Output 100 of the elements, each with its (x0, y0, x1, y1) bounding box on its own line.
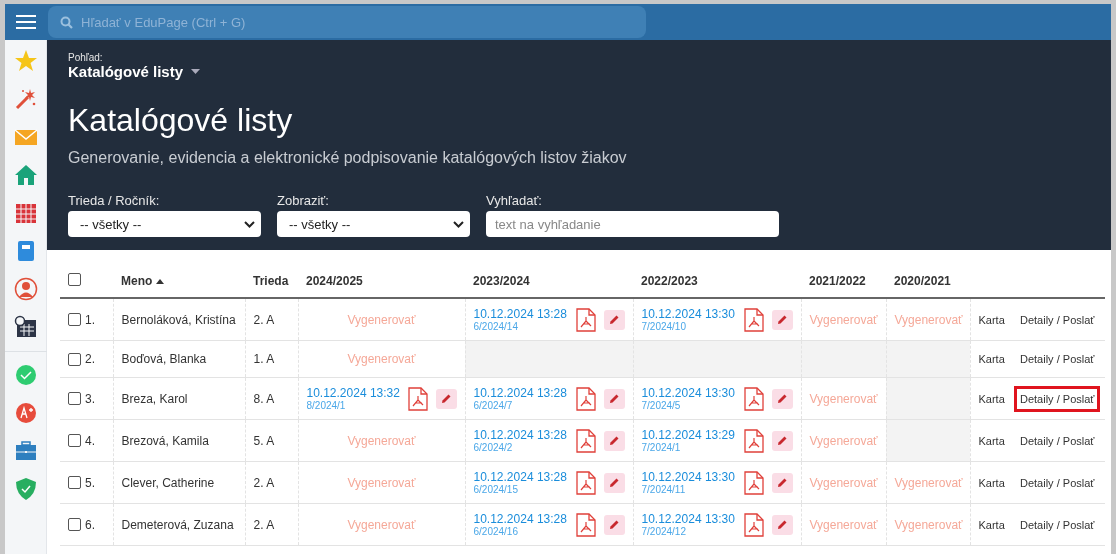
generate-link[interactable]: Vygenerovať (894, 475, 963, 490)
search-input[interactable]: text na vyhľadanie (486, 211, 779, 237)
column-header[interactable]: Trieda (253, 274, 289, 288)
edit-button[interactable] (603, 309, 625, 330)
pencil-icon (776, 519, 788, 530)
column-header[interactable]: 2023/2024 (473, 274, 530, 288)
details-link[interactable]: Detaily / Poslať (1014, 469, 1101, 496)
schedule-icon[interactable] (13, 315, 38, 339)
edit-button[interactable] (771, 430, 793, 451)
edit-button[interactable] (771, 309, 793, 330)
check-badge-icon[interactable] (13, 363, 38, 387)
column-header[interactable]: 2022/2023 (641, 274, 698, 288)
edit-button[interactable] (603, 430, 625, 451)
grade-icon[interactable] (13, 401, 38, 425)
row-checkbox[interactable] (68, 392, 81, 405)
pdf-icon[interactable] (743, 428, 764, 453)
date-link[interactable]: 10.12.2024 13:28 (473, 307, 570, 321)
pencil-icon (776, 314, 788, 325)
details-link[interactable]: Detaily / Poslať (1014, 427, 1101, 454)
pencil-icon (608, 477, 620, 488)
card-link[interactable]: Karta (978, 434, 1005, 447)
document-number: 6/2024/16 (473, 526, 519, 537)
generate-link[interactable]: Vygenerovať (809, 433, 878, 448)
card-link[interactable]: Karta (978, 392, 1005, 405)
row-checkbox[interactable] (68, 518, 81, 531)
details-link[interactable]: Detaily / Poslať (1014, 511, 1101, 538)
pdf-icon[interactable] (743, 307, 764, 332)
card-link[interactable]: Karta (978, 518, 1005, 531)
calendar-grid-icon[interactable] (13, 201, 38, 225)
details-link[interactable]: Detaily / Poslať (1014, 306, 1101, 333)
pencil-icon (608, 314, 620, 325)
date-link[interactable]: 10.12.2024 13:28 (473, 428, 570, 442)
edit-button[interactable] (771, 472, 793, 493)
edit-button[interactable] (771, 388, 793, 409)
shield-check-icon[interactable] (13, 477, 38, 501)
select-field[interactable]: -- všetky -- (68, 211, 261, 237)
row-checkbox[interactable] (68, 352, 81, 366)
pdf-icon[interactable] (575, 470, 596, 495)
pdf-icon[interactable] (575, 428, 596, 453)
generate-link[interactable]: Vygenerovať (894, 517, 963, 532)
row-checkbox[interactable] (68, 434, 81, 447)
date-link[interactable]: 10.12.2024 13:30 (641, 386, 738, 400)
generate-link[interactable]: Vygenerovať (809, 312, 878, 327)
details-link[interactable]: Detaily / Poslať (1014, 385, 1101, 412)
date-link[interactable]: 10.12.2024 13:28 (473, 470, 570, 484)
generate-link[interactable]: Vygenerovať (809, 475, 878, 490)
date-link[interactable]: 10.12.2024 13:30 (641, 307, 738, 321)
magic-wand-icon[interactable] (13, 87, 38, 111)
edit-button[interactable] (603, 472, 625, 493)
generate-link[interactable]: Vygenerovať (809, 517, 878, 532)
details-link[interactable]: Detaily / Poslať (1014, 346, 1101, 372)
generate-link[interactable]: Vygenerovať (809, 391, 878, 406)
generate-link[interactable]: Vygenerovať (347, 475, 416, 490)
generate-link[interactable]: Vygenerovať (347, 433, 416, 448)
edit-button[interactable] (603, 514, 625, 535)
generate-link[interactable]: Vygenerovať (347, 517, 416, 532)
column-header[interactable]: Meno (121, 274, 165, 288)
pdf-icon[interactable] (743, 386, 764, 411)
pdf-icon[interactable] (575, 386, 596, 411)
student-name: Demeterová, Zuzana (121, 517, 234, 532)
column-header[interactable]: 2024/2025 (306, 274, 363, 288)
pdf-icon[interactable] (407, 386, 428, 411)
date-link[interactable]: 10.12.2024 13:32 (306, 386, 402, 400)
document-number: 6/2024/7 (473, 400, 514, 411)
edit-button[interactable] (603, 388, 625, 409)
generate-link[interactable]: Vygenerovať (347, 312, 416, 327)
row-number: 5. (85, 475, 95, 490)
column-header[interactable]: 2021/2022 (809, 274, 866, 288)
date-link[interactable]: 10.12.2024 13:30 (641, 470, 738, 484)
pdf-icon[interactable] (575, 512, 596, 537)
briefcase-icon[interactable] (13, 439, 38, 463)
column-header[interactable]: 2020/2021 (894, 274, 951, 288)
edit-button[interactable] (771, 514, 793, 535)
generate-link[interactable]: Vygenerovať (894, 312, 963, 327)
edit-button[interactable] (435, 388, 457, 409)
document-number: 7/2024/11 (641, 484, 687, 495)
star-icon[interactable] (13, 49, 38, 73)
row-checkbox[interactable] (68, 313, 81, 326)
card-link[interactable]: Karta (978, 313, 1005, 326)
caret-icon (191, 69, 201, 74)
home-icon[interactable] (13, 163, 38, 187)
search-field[interactable]: Hľadať v EduPage (Ctrl + G) (48, 6, 646, 38)
generate-link[interactable]: Vygenerovať (347, 352, 416, 366)
view-dropdown[interactable]: Katalógové listy (68, 63, 201, 80)
view-label: Pohľad: (68, 52, 103, 63)
page-title: Katalógové listy (68, 102, 293, 139)
select-all-checkbox[interactable] (68, 273, 81, 286)
date-link[interactable]: 10.12.2024 13:29 (641, 428, 738, 442)
date-link[interactable]: 10.12.2024 13:28 (473, 386, 570, 400)
row-checkbox[interactable] (68, 476, 81, 489)
pdf-icon[interactable] (575, 307, 596, 332)
person-icon[interactable] (13, 277, 38, 301)
pdf-icon[interactable] (743, 512, 764, 537)
date-link[interactable]: 10.12.2024 13:28 (473, 512, 570, 526)
card-link[interactable]: Karta (978, 476, 1005, 489)
date-link[interactable]: 10.12.2024 13:30 (641, 512, 738, 526)
pdf-icon[interactable] (743, 470, 764, 495)
card-link[interactable]: Karta (978, 353, 1005, 365)
select-field[interactable]: -- všetky -- (277, 211, 470, 237)
menu-icon (16, 14, 36, 30)
